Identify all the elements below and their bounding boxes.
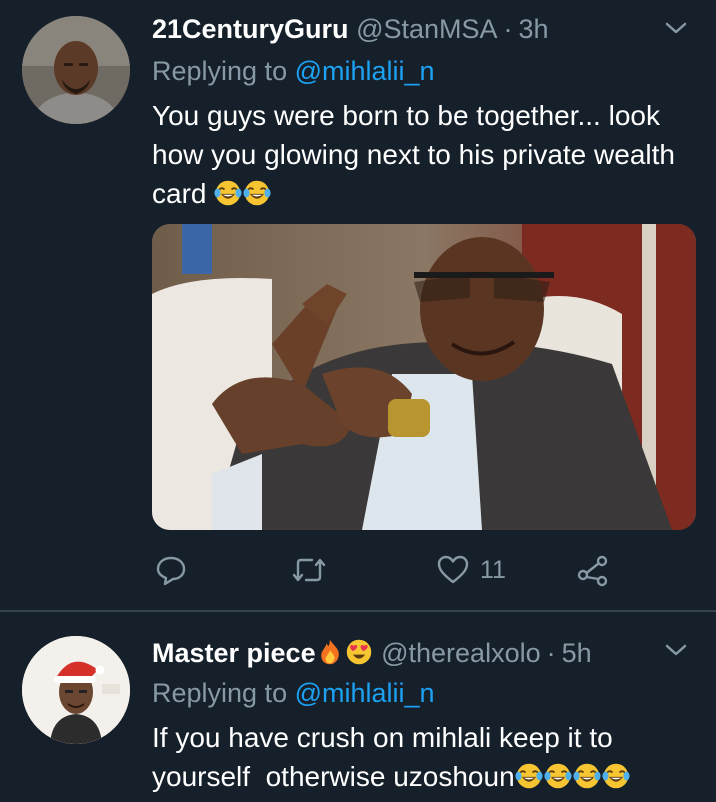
replying-prefix: Replying to [152,56,288,86]
heart-eyes-emoji [345,638,373,666]
tweet[interactable]: Master piece @therealxolo · 5h Replying to… [0,612,716,802]
tweet-text: If you have crush on mihlali keep it to … [152,718,702,796]
separator: · [503,14,513,44]
mention-link[interactable]: @mihlalii_n [295,56,435,86]
chevron-down-icon[interactable] [664,642,688,663]
author-handle[interactable]: @StanMSA [356,14,497,44]
share-icon[interactable] [576,553,610,587]
tweet-text: You guys were born to be together... loo… [152,96,702,213]
avatar[interactable] [22,636,130,744]
like-button[interactable]: 11 [436,548,506,592]
tweet-header: Master piece @therealxolo · 5h [152,634,592,672]
timestamp[interactable]: 3h [519,14,549,44]
mention-link[interactable]: @mihlalii_n [295,678,435,708]
replying-to: Replying to @mihlalii_n [152,674,435,712]
tweet[interactable]: 21CenturyGuru @StanMSA · 3h Replying to @m… [0,0,716,610]
tears-of-joy-emoji [573,762,601,790]
retweet-button[interactable] [290,548,338,592]
tweet-image[interactable] [152,224,696,530]
tears-of-joy-emoji [515,762,543,790]
tweet-actions: 11 [152,548,672,592]
tears-of-joy-emoji [602,762,630,790]
author-name[interactable]: 21CenturyGuru [152,14,349,44]
tweet-header: 21CenturyGuru @StanMSA · 3h [152,10,549,48]
fire-emoji [316,638,344,666]
reply-icon[interactable] [154,553,188,587]
like-icon[interactable] [436,553,470,587]
replying-prefix: Replying to [152,678,288,708]
tears-of-joy-emoji [544,762,572,790]
share-button[interactable] [576,548,610,592]
separator: · [546,638,556,668]
tears-of-joy-emoji [243,179,271,207]
replying-to: Replying to @mihlalii_n [152,52,435,90]
like-count: 11 [480,555,506,584]
timestamp[interactable]: 5h [562,638,592,668]
retweet-icon[interactable] [290,553,328,587]
chevron-down-icon[interactable] [664,20,688,41]
tears-of-joy-emoji [214,179,242,207]
author-name[interactable]: Master piece [152,638,316,668]
author-handle[interactable]: @therealxolo [381,638,541,668]
avatar[interactable] [22,16,130,124]
reply-button[interactable] [154,548,198,592]
